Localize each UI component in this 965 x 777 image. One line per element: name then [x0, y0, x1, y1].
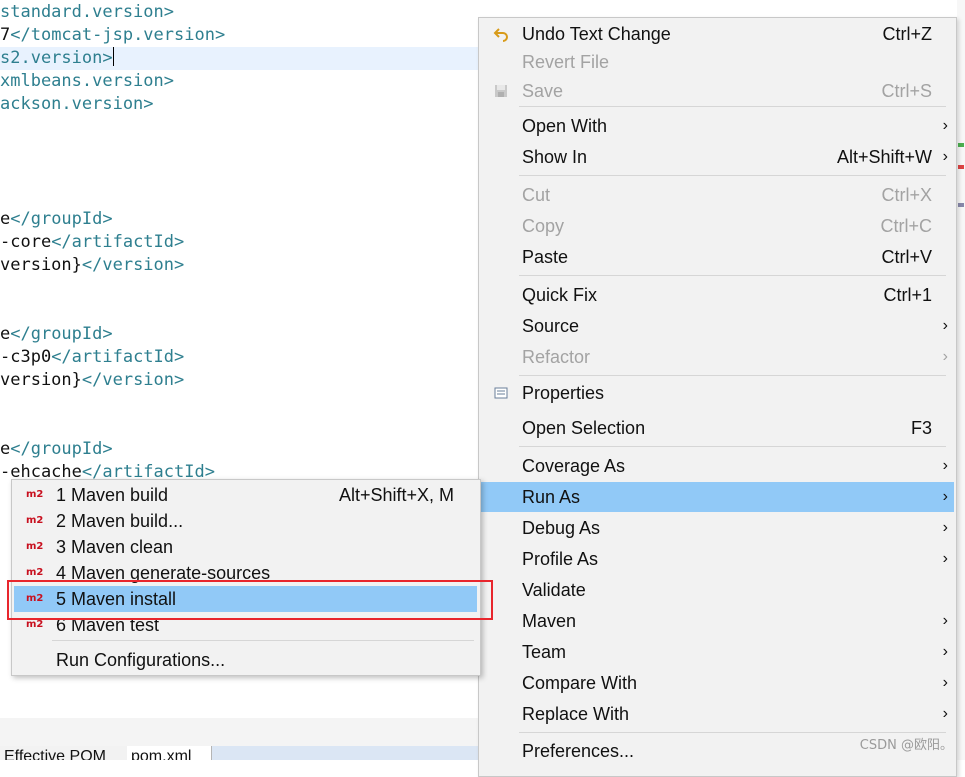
chevron-right-icon: ›: [942, 317, 948, 334]
menu-item-debug-as[interactable]: Debug As ›: [481, 513, 954, 543]
submenu-item-maven-build-dialog[interactable]: m2 2 Maven build...: [14, 508, 477, 534]
menu-separator: [519, 275, 946, 276]
menu-item-properties[interactable]: Properties: [481, 378, 954, 408]
chevron-right-icon: ›: [942, 674, 948, 691]
menu-separator: [519, 375, 946, 376]
code-line: version}</version>: [0, 370, 185, 390]
menu-item-maven[interactable]: Maven ›: [481, 606, 954, 636]
menu-item-show-in[interactable]: Show In Alt+Shift+W ›: [481, 142, 954, 172]
menu-separator: [52, 640, 474, 641]
tab-effective-pom[interactable]: Effective POM: [0, 746, 129, 760]
chevron-right-icon: ›: [942, 519, 948, 536]
maven-m2-icon: m2: [26, 567, 44, 578]
maven-m2-icon: m2: [26, 489, 44, 500]
code-line: standard.version>: [0, 2, 174, 22]
menu-item-coverage-as[interactable]: Coverage As ›: [481, 451, 954, 481]
menu-item-replace-with[interactable]: Replace With ›: [481, 699, 954, 729]
menu-item-source[interactable]: Source ›: [481, 311, 954, 341]
tab-pom-xml[interactable]: pom.xml: [127, 746, 212, 760]
chevron-right-icon: ›: [942, 488, 948, 505]
submenu-item-maven-build[interactable]: m2 1 Maven build Alt+Shift+X, M: [14, 482, 477, 508]
menu-item-save[interactable]: Save Ctrl+S: [481, 76, 954, 106]
menu-separator: [519, 732, 946, 733]
menu-separator: [519, 175, 946, 176]
code-line: version}</version>: [0, 255, 185, 275]
menu-item-cut[interactable]: Cut Ctrl+X: [481, 180, 954, 210]
watermark: CSDN @欧阳。: [859, 738, 953, 753]
menu-item-undo-text-change[interactable]: Undo Text Change Ctrl+Z: [481, 19, 954, 49]
submenu-item-maven-clean[interactable]: m2 3 Maven clean: [14, 534, 477, 560]
chevron-right-icon: ›: [942, 457, 948, 474]
code-line: xmlbeans.version>: [0, 71, 174, 91]
ruler-mark: [958, 165, 964, 169]
text-caret: [112, 47, 115, 66]
maven-m2-icon: m2: [26, 541, 44, 552]
code-line: 7</tomcat-jsp.version>: [0, 25, 226, 45]
menu-item-quick-fix[interactable]: Quick Fix Ctrl+1: [481, 280, 954, 310]
menu-item-open-selection[interactable]: Open Selection F3: [481, 413, 954, 443]
chevron-right-icon: ›: [942, 148, 948, 165]
submenu-item-run-configurations[interactable]: Run Configurations...: [14, 647, 477, 673]
code-line-current: s2.version>: [0, 47, 478, 70]
overview-ruler: [957, 0, 965, 760]
menu-item-open-with[interactable]: Open With ›: [481, 111, 954, 141]
save-icon: [495, 85, 507, 97]
menu-item-compare-with[interactable]: Compare With ›: [481, 668, 954, 698]
code-line: ackson.version>: [0, 94, 154, 114]
chevron-right-icon: ›: [942, 705, 948, 722]
code-line: -core</artifactId>: [0, 232, 185, 252]
chevron-right-icon: ›: [942, 643, 948, 660]
menu-item-run-as[interactable]: Run As ›: [481, 482, 954, 512]
ruler-mark: [958, 143, 964, 147]
menu-separator: [519, 446, 946, 447]
annotation-highlight-box: [7, 580, 493, 620]
code-line: e</groupId>: [0, 439, 113, 459]
run-as-submenu: m2 1 Maven build Alt+Shift+X, M m2 2 Mave…: [11, 479, 481, 676]
menu-item-refactor[interactable]: Refactor ›: [481, 342, 954, 372]
menu-item-copy[interactable]: Copy Ctrl+C: [481, 211, 954, 241]
chevron-right-icon: ›: [942, 348, 948, 365]
menu-item-validate[interactable]: Validate: [481, 575, 954, 605]
properties-icon: [494, 387, 508, 399]
chevron-right-icon: ›: [942, 612, 948, 629]
menu-item-revert-file[interactable]: Revert File: [481, 47, 954, 77]
code-line: -c3p0</artifactId>: [0, 347, 185, 367]
maven-m2-icon: m2: [26, 515, 44, 526]
code-line: e</groupId>: [0, 209, 113, 229]
undo-icon: [493, 28, 508, 42]
ruler-mark: [958, 203, 964, 207]
chevron-right-icon: ›: [942, 117, 948, 134]
menu-item-paste[interactable]: Paste Ctrl+V: [481, 242, 954, 272]
maven-m2-icon: m2: [26, 619, 44, 630]
code-line: e</groupId>: [0, 324, 113, 344]
menu-item-profile-as[interactable]: Profile As ›: [481, 544, 954, 574]
menu-item-team[interactable]: Team ›: [481, 637, 954, 667]
context-menu: Undo Text Change Ctrl+Z Revert File Save C…: [478, 17, 957, 777]
menu-separator: [519, 106, 946, 107]
chevron-right-icon: ›: [942, 550, 948, 567]
